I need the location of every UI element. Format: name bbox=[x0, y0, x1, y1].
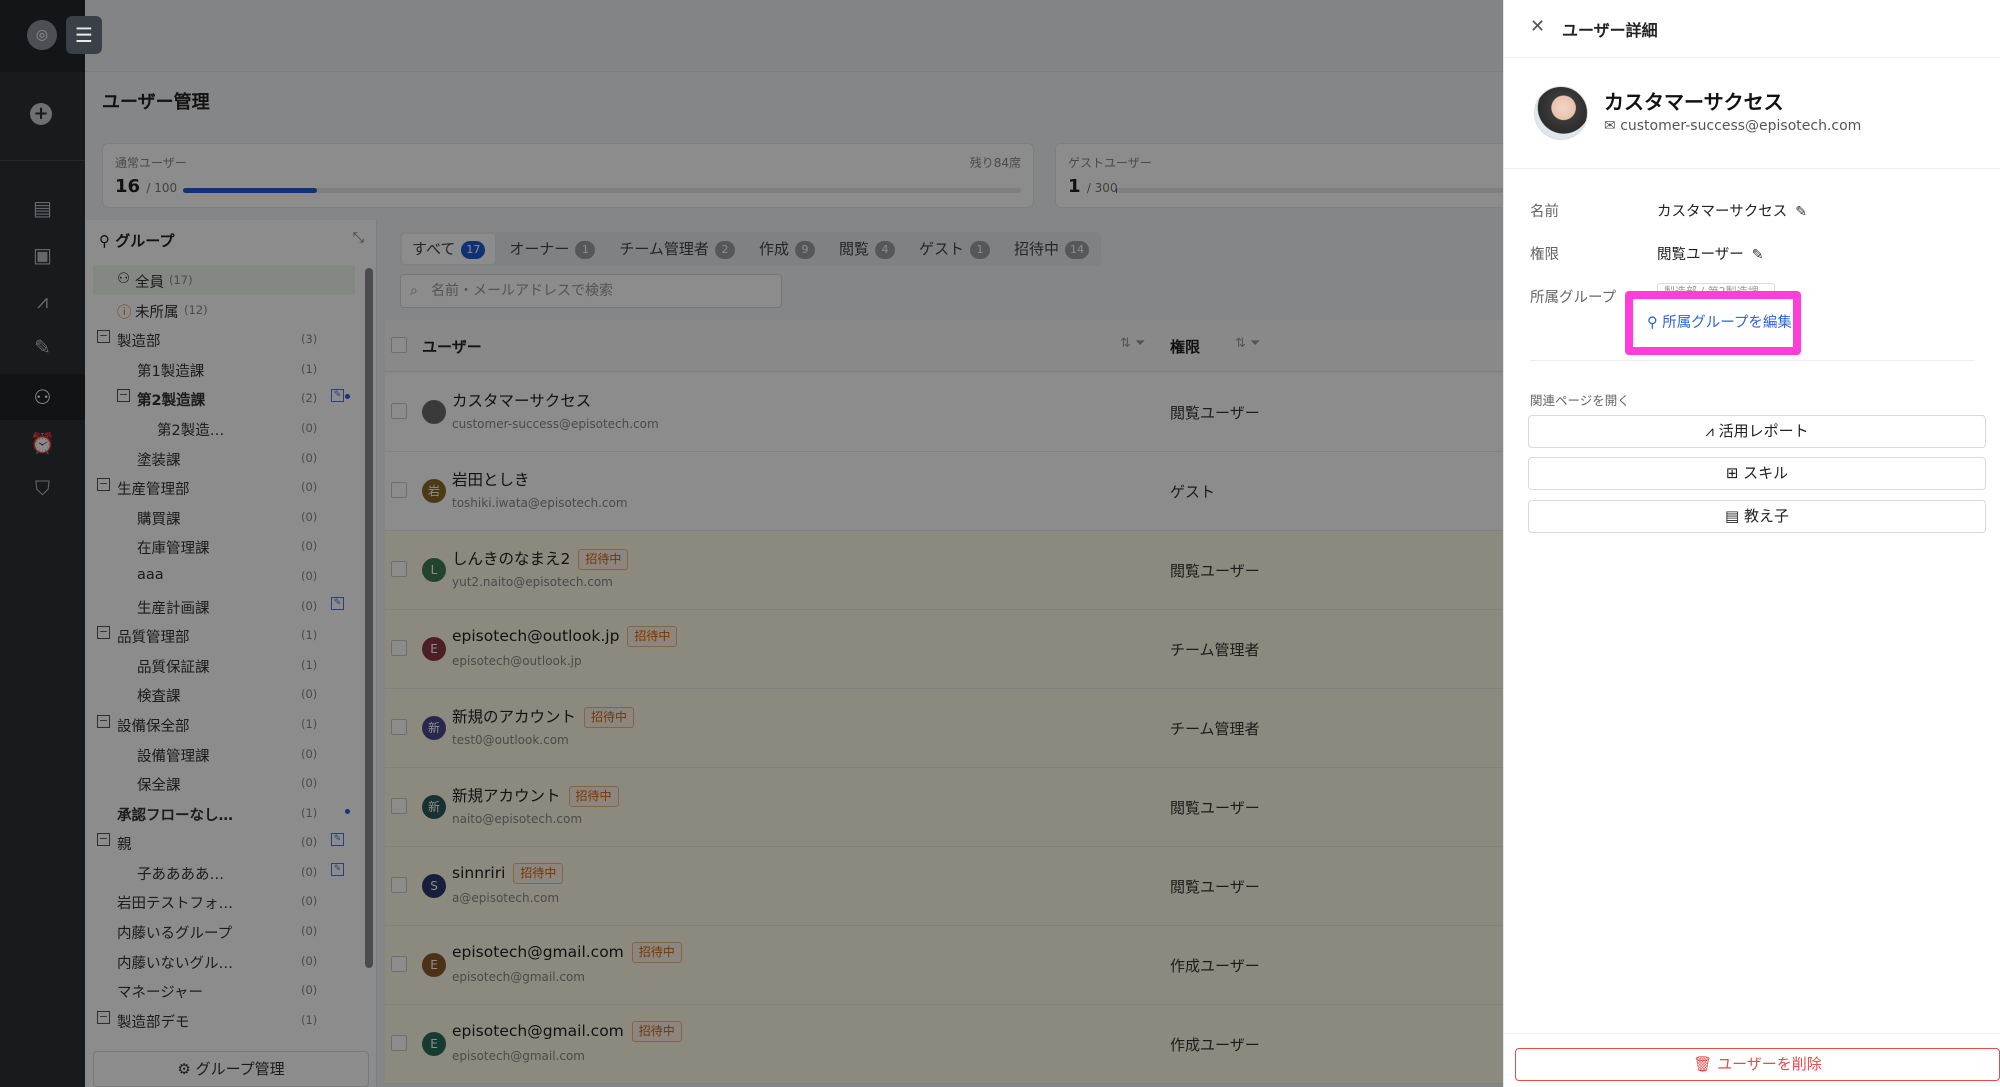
edit-perm-icon[interactable]: ✎ bbox=[1752, 247, 1764, 263]
field-name-text: カスタマーサクセス bbox=[1657, 204, 1788, 220]
avatar bbox=[1534, 86, 1588, 140]
field-perm-label: 権限 bbox=[1530, 247, 1559, 263]
mail-icon: ✉ bbox=[1604, 118, 1616, 134]
profile-name: カスタマーサクセス bbox=[1604, 90, 1784, 114]
related-students-button[interactable]: ▤ 教え子 bbox=[1528, 500, 1986, 533]
related-skill-button[interactable]: ⊞ スキル bbox=[1528, 457, 1986, 490]
close-icon[interactable]: ✕ bbox=[1530, 16, 1545, 37]
edit-group-label: 所属グループを編集 bbox=[1662, 315, 1792, 331]
app-root: ◎ ☰ + ▤ ▣ ⩘ ✎ ⚇ ⏰ ⛉ ユーザー管理 通常ユーザー 残り84席 … bbox=[0, 0, 2000, 1087]
trash-icon: 🗑 bbox=[1693, 1055, 1713, 1073]
profile-email-text: customer-success@episotech.com bbox=[1620, 118, 1862, 134]
field-perm-value: 閲覧ユーザー ✎ bbox=[1657, 243, 1763, 264]
modal-overlay[interactable] bbox=[0, 0, 1503, 1087]
related-pages-label: 関連ページを開く bbox=[1530, 393, 1630, 408]
drawer-header: ✕ ユーザー詳細 bbox=[1504, 0, 2000, 58]
grid-icon: ⊞ bbox=[1725, 464, 1739, 482]
group-tree-icon: ⚲ bbox=[1647, 315, 1658, 331]
divider bbox=[1504, 168, 2000, 169]
divider bbox=[1504, 1033, 2000, 1034]
field-group-label: 所属グループ bbox=[1530, 290, 1617, 306]
field-name-label: 名前 bbox=[1530, 204, 1559, 220]
drawer-title: ユーザー詳細 bbox=[1562, 21, 1658, 40]
divider bbox=[1530, 360, 1975, 361]
user-detail-drawer: ✕ ユーザー詳細 カスタマーサクセス ✉ customer-success@ep… bbox=[1503, 0, 2000, 1087]
document-icon: ▤ bbox=[1725, 507, 1740, 525]
edit-group-button[interactable]: ⚲ 所属グループを編集 bbox=[1633, 299, 1793, 347]
profile-email: ✉ customer-success@episotech.com bbox=[1604, 118, 1861, 134]
field-name-value: カスタマーサクセス ✎ bbox=[1657, 200, 1807, 221]
related-students-label: 教え子 bbox=[1743, 507, 1789, 525]
related-report-button[interactable]: ⩘ 活用レポート bbox=[1528, 415, 1986, 448]
edit-name-icon[interactable]: ✎ bbox=[1795, 204, 1807, 220]
menu-toggle-icon[interactable]: ☰ bbox=[66, 16, 102, 54]
bar-chart-icon: ⩘ bbox=[1705, 422, 1714, 440]
field-perm-text: 閲覧ユーザー bbox=[1657, 247, 1744, 263]
delete-user-button[interactable]: 🗑 ユーザーを削除 bbox=[1515, 1048, 2000, 1081]
related-skill-label: スキル bbox=[1743, 464, 1789, 482]
delete-user-label: ユーザーを削除 bbox=[1717, 1055, 1822, 1073]
related-report-label: 活用レポート bbox=[1718, 422, 1809, 440]
